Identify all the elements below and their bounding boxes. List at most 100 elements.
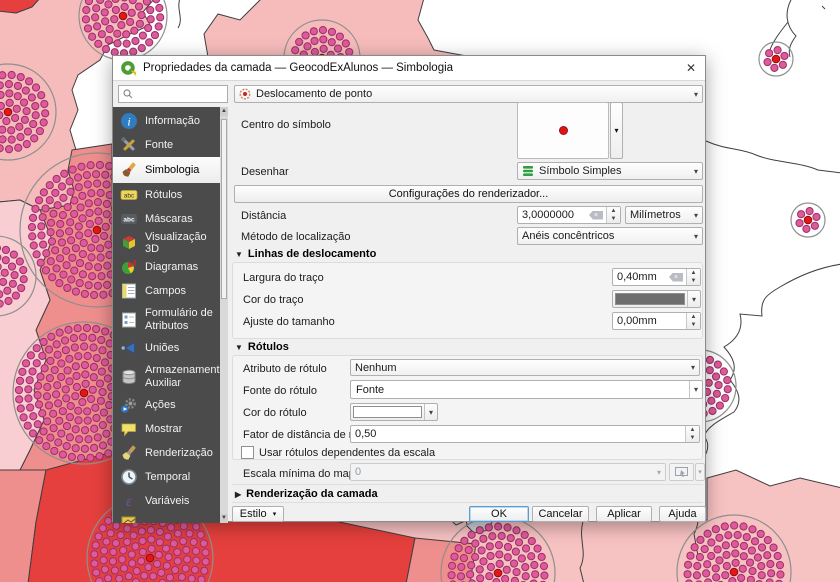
atributo-combo[interactable]: Nenhum ▾ (350, 359, 700, 376)
point-displacement-icon (239, 88, 251, 100)
scroll-up-icon[interactable]: ▲ (220, 107, 228, 116)
sidebar-item-mascaras[interactable]: abc Máscaras (113, 207, 220, 231)
largura-spinbox[interactable]: 0,40mm × ▲▼ (612, 268, 701, 286)
symbol-red-dot (559, 126, 568, 135)
distancia-spinbox[interactable]: 3,0000000 × ▲▼ (517, 206, 621, 224)
chevron-down-icon: ▾ (694, 211, 698, 220)
spin-down-icon[interactable]: ▼ (687, 277, 700, 285)
cor-traco-label: Cor do traço (243, 294, 304, 306)
cor-traco-button[interactable]: ▾ (612, 290, 701, 308)
chevron-down-icon: ▾ (694, 232, 698, 241)
search-icon (123, 89, 133, 99)
symbol-preview[interactable] (517, 102, 609, 159)
section-linhas-header[interactable]: ▼Linhas de deslocamento (235, 248, 376, 260)
section-renderizacao-header[interactable]: ▶Renderização da camada (235, 488, 378, 500)
sidebar-item-fonte[interactable]: Fonte (113, 133, 220, 157)
sidebar-item-temporal[interactable]: Temporal (113, 465, 220, 489)
scroll-down-icon[interactable]: ▼ (220, 514, 228, 523)
search-input[interactable] (136, 88, 220, 100)
spin-down-icon[interactable]: ▼ (687, 321, 700, 329)
clear-value-icon[interactable]: × (669, 273, 683, 282)
chevron-down-icon[interactable]: ▾ (689, 381, 702, 398)
diagrams-pie-icon (119, 258, 138, 277)
chevron-down-icon: ▾ (691, 363, 695, 372)
spin-up-icon[interactable]: ▲ (607, 207, 620, 215)
svg-text:ε: ε (126, 494, 132, 510)
svg-text:i: i (127, 115, 130, 129)
spinner-arrows[interactable]: ▲▼ (685, 426, 699, 442)
metadata-icon (119, 513, 138, 523)
sidebar-item-unioes[interactable]: Uniões (113, 336, 220, 360)
view-3d-cube-icon (119, 234, 138, 253)
chevron-down-icon[interactable]: ▾ (424, 404, 437, 420)
distancia-label: Distância (241, 210, 286, 222)
layer-properties-dialog: Propriedades da camada — GeocodExAlunos … (112, 55, 706, 522)
cor-rotulo-swatch (353, 406, 422, 418)
sidebar-item-formulario-de-atributos[interactable]: Formulário de Atributos (113, 303, 220, 336)
escala-minima-label: Escala mínima do mapa (243, 468, 361, 480)
ajuste-spinbox[interactable]: 0,00mm ▲▼ (612, 312, 701, 330)
sidebar-item-informacao[interactable]: i Informação (113, 109, 220, 133)
metodo-combo[interactable]: Anéis concêntricos ▾ (517, 227, 703, 245)
desenhar-combo[interactable]: Símbolo Simples ▾ (517, 162, 703, 180)
search-box[interactable] (118, 85, 228, 103)
sidebar-item-variaveis[interactable]: ε Variáveis (113, 489, 220, 513)
chevron-down-icon: ▾ (273, 510, 277, 518)
qgis-logo-icon (120, 60, 137, 77)
symbology-brush-icon (119, 161, 138, 180)
set-to-map-scale-button[interactable] (669, 463, 694, 481)
sidebar-item-visualizacao-3d[interactable]: Visualização 3D (113, 231, 220, 255)
clear-value-icon[interactable]: × (589, 211, 603, 220)
sidebar-item-armazenamento-auxiliar[interactable]: Armazenamento Auxiliar (113, 360, 220, 393)
spin-up-icon[interactable]: ▲ (687, 269, 700, 277)
metodo-label: Método de localização (241, 231, 350, 243)
spinner-arrows[interactable]: ▲▼ (606, 207, 620, 223)
spinner-arrows[interactable]: ▲▼ (686, 313, 700, 329)
sidebar-item-mostrar[interactable]: Mostrar (113, 417, 220, 441)
fonte-rotulo-button[interactable]: Fonte ▾ (350, 380, 703, 399)
fator-spinbox[interactable]: 0,50 ▲▼ (350, 425, 700, 443)
cor-traco-swatch (615, 293, 685, 305)
aplicar-button[interactable]: Aplicar (596, 506, 652, 522)
largura-label: Largura do traço (243, 272, 324, 284)
ok-button[interactable]: OK (469, 506, 529, 522)
dialog-titlebar[interactable]: Propriedades da camada — GeocodExAlunos … (113, 56, 705, 81)
scale-options-dropdown-button[interactable]: ▾ (695, 463, 705, 481)
joins-icon (119, 339, 138, 358)
distancia-unit-combo[interactable]: Milímetros ▾ (625, 206, 703, 224)
renderer-combo[interactable]: Deslocamento de ponto ▾ (234, 85, 703, 103)
renderer-settings-button[interactable]: Configurações do renderizador... (234, 185, 703, 203)
usar-rotulos-label: Usar rótulos dependentes da escala (259, 447, 435, 459)
estilo-button[interactable]: Estilo▾ (232, 506, 284, 522)
scroll-thumb[interactable] (221, 119, 227, 299)
info-icon: i (119, 112, 138, 131)
sidebar: i Informação Fonte Simbologia abc Rótulo… (113, 107, 228, 523)
chevron-down-icon[interactable]: ▾ (687, 291, 700, 307)
spin-up-icon[interactable]: ▲ (687, 313, 700, 321)
sidebar-item-acoes[interactable]: Ações (113, 393, 220, 417)
chevron-down-icon: ▾ (694, 90, 698, 99)
spinner-arrows[interactable]: ▲▼ (686, 269, 700, 285)
separator (232, 502, 703, 503)
sidebar-item-campos[interactable]: Campos (113, 279, 220, 303)
cancelar-button[interactable]: Cancelar (532, 506, 589, 522)
close-icon[interactable]: ✕ (686, 61, 696, 75)
escala-minima-combo[interactable]: 0 ▾ (350, 463, 666, 481)
sidebar-item-rotulos[interactable]: abc Rótulos (113, 183, 220, 207)
ajuda-button[interactable]: Ajuda (659, 506, 706, 522)
sidebar-item-simbologia[interactable]: Simbologia (113, 157, 220, 183)
sidebar-item-renderizacao[interactable]: Renderização (113, 441, 220, 465)
expand-triangle-icon: ▶ (235, 490, 241, 499)
cor-rotulo-label: Cor do rótulo (243, 407, 307, 419)
cor-rotulo-button[interactable]: ▾ (350, 403, 438, 421)
symbol-preview-dropdown-button[interactable]: ▾ (610, 102, 623, 159)
spin-up-icon[interactable]: ▲ (686, 426, 699, 434)
sidebar-item-diagramas[interactable]: Diagramas (113, 255, 220, 279)
spin-down-icon[interactable]: ▼ (607, 215, 620, 223)
sidebar-scrollbar[interactable]: ▲ ▼ (220, 107, 228, 523)
spin-down-icon[interactable]: ▼ (686, 434, 699, 442)
usar-rotulos-checkbox[interactable] (241, 446, 254, 459)
sidebar-item-partial[interactable] (113, 513, 220, 523)
actions-gear-icon (119, 396, 138, 415)
section-rotulos-header[interactable]: ▼Rótulos (235, 341, 289, 353)
